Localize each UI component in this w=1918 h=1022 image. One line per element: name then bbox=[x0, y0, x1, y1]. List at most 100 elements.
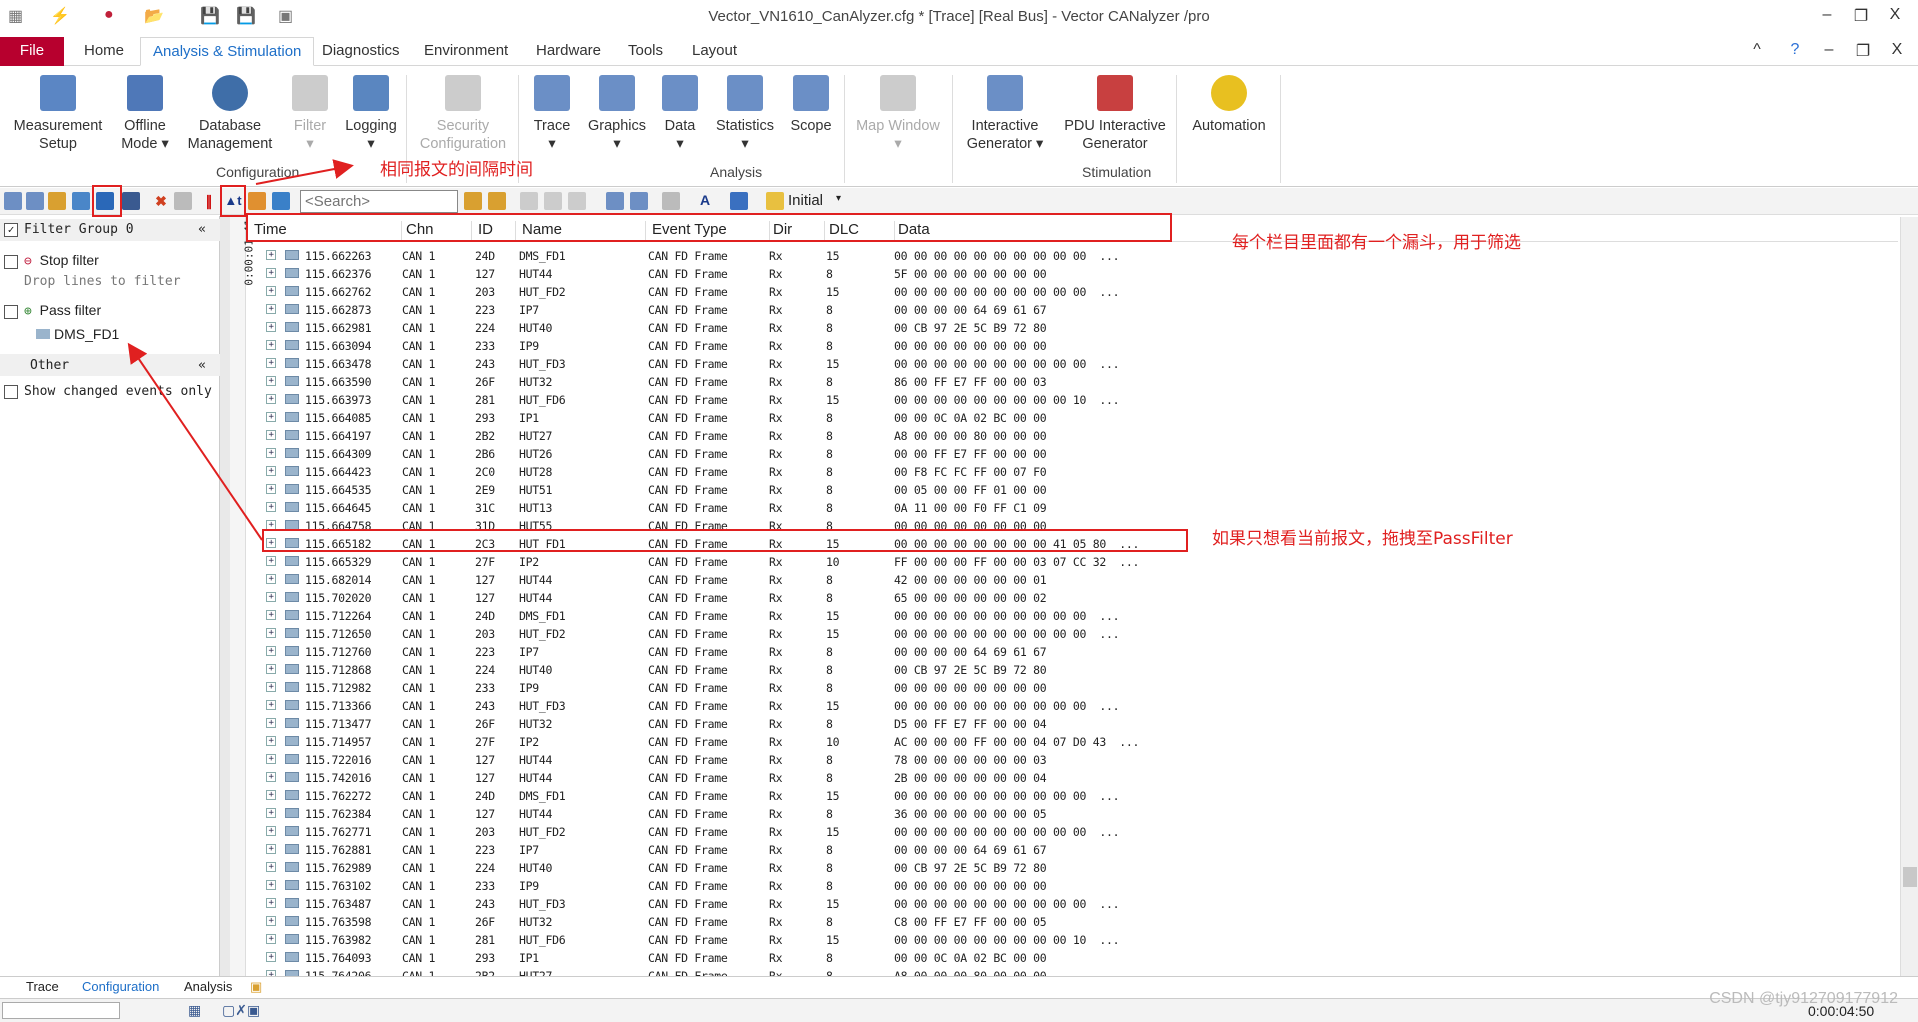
tab-diagnostics[interactable]: Diagnostics bbox=[310, 37, 412, 66]
expand-icon[interactable]: + bbox=[266, 466, 276, 476]
find-previous-icon[interactable] bbox=[464, 192, 482, 210]
table-row[interactable]: +115.662376 CAN 1 127 HUT44 CAN FD Frame Rx 8 5… bbox=[246, 265, 1898, 283]
tab-hardware[interactable]: Hardware bbox=[524, 37, 613, 66]
expand-icon[interactable]: + bbox=[266, 268, 276, 278]
help-icon[interactable]: ? bbox=[1780, 41, 1810, 59]
stop-filter-checkbox[interactable] bbox=[4, 254, 18, 269]
doc-close-button[interactable]: X bbox=[1882, 41, 1912, 59]
collapse-ribbon-icon[interactable]: ^ bbox=[1742, 41, 1772, 59]
expand-icon[interactable]: + bbox=[266, 484, 276, 494]
table-row[interactable]: +115.664535 CAN 1 2E9 HUT51 CAN FD Frame Rx 8 0… bbox=[246, 481, 1898, 499]
table-row[interactable]: +115.663478 CAN 1 243 HUT_FD3 CAN FD Frame Rx… bbox=[246, 355, 1898, 373]
expand-icon[interactable]: + bbox=[266, 574, 276, 584]
expand-icon[interactable]: + bbox=[266, 412, 276, 422]
table-row[interactable]: +115.662263 CAN 1 24D DMS_FD1 CAN FD Frame Rx… bbox=[246, 247, 1898, 265]
interactive-generator-button[interactable]: Interactive Generator ▾ bbox=[958, 73, 1052, 153]
tab-layout[interactable]: Layout bbox=[680, 37, 749, 66]
table-row[interactable]: +115.662981 CAN 1 224 HUT40 CAN FD Frame Rx 8 0… bbox=[246, 319, 1898, 337]
column-layout-dropdown[interactable]: Initial bbox=[788, 192, 823, 209]
expand-icon[interactable]: + bbox=[266, 358, 276, 368]
columns-icon[interactable] bbox=[766, 192, 784, 210]
expand-icon[interactable]: + bbox=[266, 862, 276, 872]
marker-icon[interactable] bbox=[568, 192, 586, 210]
expand-icon[interactable]: + bbox=[266, 682, 276, 692]
search-input[interactable] bbox=[300, 190, 458, 213]
filter-funnel-icon[interactable] bbox=[72, 192, 90, 210]
expand-icon[interactable]: + bbox=[266, 556, 276, 566]
table-row[interactable]: +115.712868 CAN 1 224 HUT40 CAN FD Frame Rx 8 0… bbox=[246, 661, 1898, 679]
expand-icon[interactable] bbox=[48, 192, 66, 210]
table-row[interactable]: +115.722016 CAN 1 127 HUT44 CAN FD Frame Rx 8 7… bbox=[246, 751, 1898, 769]
expand-icon[interactable]: + bbox=[266, 898, 276, 908]
security-configuration-button[interactable]: Security Configuration bbox=[414, 73, 512, 153]
filter-group-header[interactable]: ✓ Filter Group 0 « bbox=[0, 219, 220, 241]
offline-mode-button[interactable]: Offline Mode ▾ bbox=[114, 73, 176, 153]
expand-icon[interactable]: + bbox=[266, 880, 276, 890]
trace-button[interactable]: Trace ▾ bbox=[526, 73, 578, 153]
expand-icon[interactable]: + bbox=[266, 772, 276, 782]
table-row[interactable]: +115.663973 CAN 1 281 HUT_FD6 CAN FD Frame Rx… bbox=[246, 391, 1898, 409]
collapse-icon[interactable]: « bbox=[198, 358, 206, 373]
table-row[interactable]: +115.762881 CAN 1 223 IP7 CAN FD Frame Rx 8 00 … bbox=[246, 841, 1898, 859]
expand-icon[interactable]: + bbox=[266, 736, 276, 746]
expand-icon[interactable]: + bbox=[266, 844, 276, 854]
table-row[interactable]: +115.664309 CAN 1 2B6 HUT26 CAN FD Frame Rx 8 0… bbox=[246, 445, 1898, 463]
logging-button[interactable]: Logging ▾ bbox=[342, 73, 400, 153]
pass-filter-item[interactable]: DMS_FD1 bbox=[0, 326, 220, 343]
expand-icon[interactable]: + bbox=[266, 430, 276, 440]
view-icon[interactable] bbox=[730, 192, 748, 210]
table-row[interactable]: +115.682014 CAN 1 127 HUT44 CAN FD Frame Rx 8 4… bbox=[246, 571, 1898, 589]
pass-filter-checkbox[interactable] bbox=[4, 304, 18, 319]
table-row[interactable]: +115.665329 CAN 1 27F IP2 CAN FD Frame Rx 10 FF… bbox=[246, 553, 1898, 571]
expand-icon[interactable]: + bbox=[266, 754, 276, 764]
forward-icon[interactable] bbox=[544, 192, 562, 210]
filter-button[interactable]: Filter ▾ bbox=[290, 73, 330, 153]
stop-filter[interactable]: ⊖ Stop filter bbox=[0, 252, 220, 269]
table-row[interactable]: +115.662873 CAN 1 223 IP7 CAN FD Frame Rx 8 00 … bbox=[246, 301, 1898, 319]
table-row[interactable]: +115.713477 CAN 1 26F HUT32 CAN FD Frame Rx 8 D… bbox=[246, 715, 1898, 733]
layout-icon[interactable] bbox=[662, 192, 680, 210]
expand-icon[interactable]: + bbox=[266, 322, 276, 332]
tab-tools[interactable]: Tools bbox=[616, 37, 675, 66]
panel-splitter[interactable] bbox=[220, 216, 230, 976]
pass-filter[interactable]: ⊕ Pass filter bbox=[0, 302, 220, 319]
statistics-button[interactable]: Statistics ▾ bbox=[714, 73, 776, 153]
filter-list-icon[interactable] bbox=[272, 192, 290, 210]
expand-icon[interactable]: + bbox=[266, 394, 276, 404]
chevron-down-icon[interactable]: ▾ bbox=[836, 193, 841, 204]
table-row[interactable]: +115.763487 CAN 1 243 HUT_FD3 CAN FD Frame Rx… bbox=[246, 895, 1898, 913]
tab-file[interactable]: File bbox=[0, 37, 64, 66]
new-page-icon[interactable]: ▣ bbox=[250, 979, 262, 995]
table-row[interactable]: +115.763102 CAN 1 233 IP9 CAN FD Frame Rx 8 00 … bbox=[246, 877, 1898, 895]
expand-icon[interactable]: + bbox=[266, 304, 276, 314]
table-row[interactable]: +115.763982 CAN 1 281 HUT_FD6 CAN FD Frame Rx… bbox=[246, 931, 1898, 949]
graphics-button[interactable]: Graphics ▾ bbox=[586, 73, 648, 153]
table-row[interactable]: +115.712264 CAN 1 24D DMS_FD1 CAN FD Frame Rx… bbox=[246, 607, 1898, 625]
tab-analysis[interactable]: Analysis bbox=[184, 979, 232, 994]
expand-icon[interactable]: + bbox=[266, 592, 276, 602]
map-window-button[interactable]: Map Window ▾ bbox=[852, 73, 944, 153]
expand-icon[interactable]: + bbox=[266, 340, 276, 350]
doc-minimize-button[interactable]: – bbox=[1814, 41, 1844, 59]
doc-restore-button[interactable]: ❐ bbox=[1848, 41, 1878, 61]
table-row[interactable]: +115.702020 CAN 1 127 HUT44 CAN FD Frame Rx 8 6… bbox=[246, 589, 1898, 607]
find-next-icon[interactable] bbox=[488, 192, 506, 210]
expand-icon[interactable]: + bbox=[266, 448, 276, 458]
expand-icon[interactable]: + bbox=[266, 952, 276, 962]
scrollbar-thumb[interactable] bbox=[1903, 867, 1917, 887]
minimize-button[interactable]: – bbox=[1812, 6, 1842, 24]
table-row[interactable]: +115.663094 CAN 1 233 IP9 CAN FD Frame Rx 8 00 … bbox=[246, 337, 1898, 355]
collapse-icon[interactable]: « bbox=[198, 222, 206, 237]
expand-icon[interactable]: + bbox=[266, 646, 276, 656]
table-row[interactable]: +115.764093 CAN 1 293 IP1 CAN FD Frame Rx 8 00 … bbox=[246, 949, 1898, 967]
expand-icon[interactable]: + bbox=[266, 808, 276, 818]
table-row[interactable]: +115.713366 CAN 1 243 HUT_FD3 CAN FD Frame Rx… bbox=[246, 697, 1898, 715]
expand-icon[interactable]: + bbox=[266, 934, 276, 944]
trace-options-icon[interactable] bbox=[4, 192, 22, 210]
expand-icon[interactable]: + bbox=[266, 664, 276, 674]
pdu-interactive-generator-button[interactable]: PDU Interactive Generator bbox=[1060, 73, 1170, 153]
table-row[interactable]: +115.712650 CAN 1 203 HUT_FD2 CAN FD Frame Rx… bbox=[246, 625, 1898, 643]
table-row[interactable]: +115.712760 CAN 1 223 IP7 CAN FD Frame Rx 8 00 … bbox=[246, 643, 1898, 661]
expand-icon[interactable]: + bbox=[266, 700, 276, 710]
expand-icon[interactable]: + bbox=[266, 718, 276, 728]
